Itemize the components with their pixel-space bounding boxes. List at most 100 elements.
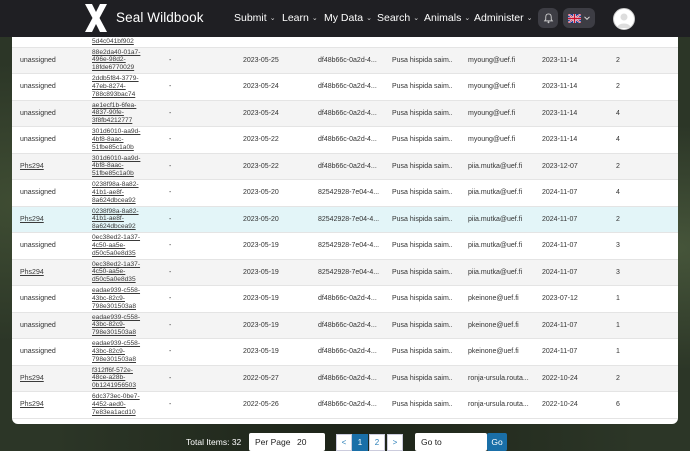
encounter-id-part[interactable]: 4c50-aa5e- bbox=[92, 268, 125, 276]
table-row[interactable]: unassigned eadae939-c558- 43bc-82c9- 798e30… bbox=[12, 312, 678, 339]
nav-animals[interactable]: Animals ⌄ bbox=[424, 12, 470, 24]
encounter-id-link[interactable]: 0238f98a-8a82- 41b1-ae8f- 8a624dbcea92 bbox=[92, 180, 150, 206]
encounter-id-part[interactable]: 48ce-a28b- bbox=[92, 374, 125, 382]
encounter-id-part[interactable]: 496e-98d2- bbox=[92, 56, 126, 64]
encounter-id-part[interactable]: 51fbe85c1a0b bbox=[92, 144, 134, 152]
encounter-id-part[interactable]: 3f8fb4212777 bbox=[92, 117, 132, 125]
encounter-id-link[interactable]: 88e2da40-01a7- 496e-98d2- 18fde6770029 bbox=[92, 48, 150, 74]
encounter-id-part[interactable]: 88e2da40-01a7- bbox=[92, 49, 140, 57]
encounter-id-link[interactable]: ae1ecf1b-6fea- 4837-90fe- 3f8fb4212777 bbox=[92, 101, 150, 127]
table-row[interactable]: Phs294 0ec38ed2-1a37- 4c50-aa5e-d50c5a0e8d… bbox=[12, 259, 678, 286]
table-row[interactable]: unassigned 2ddb5f84-3779- 47eb-8274- 788c89… bbox=[12, 74, 678, 101]
table-row[interactable]: Phs294 6dc373ec-0be7- 4452-aed0- 7e83ea1acd… bbox=[12, 392, 678, 419]
individual-assignment[interactable]: Phs294 bbox=[20, 260, 44, 286]
encounter-id-part[interactable]: 0238f98a-8a82- bbox=[92, 208, 139, 216]
encounter-id-part[interactable]: 43bc-82c9- bbox=[92, 295, 125, 303]
encounter-id-link[interactable]: 301d6010-aa9d- 4bf8-8aac- 51fbe85c1a0b bbox=[92, 154, 150, 180]
next-page-button[interactable]: > bbox=[387, 434, 403, 451]
encounter-id-part[interactable]: 798e301503a8 bbox=[92, 303, 136, 311]
page-2-button[interactable]: 2 bbox=[369, 434, 385, 451]
individual-assignment: unassigned bbox=[20, 242, 56, 250]
table-row[interactable]: unassigned eadae939-c558- 43bc-82c9- 798e30… bbox=[12, 339, 678, 366]
individual-assignment[interactable]: Phs294 bbox=[20, 392, 44, 418]
table-row[interactable]: unassigned 0238f98a-8a82- 41b1-ae8f- 8a624d… bbox=[12, 180, 678, 207]
encounter-id-part[interactable]: 798e301503a8 bbox=[92, 329, 136, 337]
encounter-id-link[interactable]: 0238f98a-8a82- 41b1-ae8f- 8a624dbcea92 bbox=[92, 207, 150, 233]
encounter-id-part[interactable]: eadae939-c558- bbox=[92, 287, 140, 295]
species: Pusa hispida saim... bbox=[392, 109, 452, 117]
encounter-id-part[interactable]: 2ddb5f84-3779- bbox=[92, 75, 139, 83]
encounter-id-part[interactable]: 0ec38ed2-1a37- bbox=[92, 261, 140, 269]
nav-administer[interactable]: Administer ⌄ bbox=[474, 12, 532, 24]
nav-my-data[interactable]: My Data ⌄ bbox=[324, 12, 372, 24]
encounter-id-link[interactable]: f312ff6f-572e- 48ce-a28b- 0b1241956503 bbox=[92, 366, 150, 392]
table-row[interactable]: unassigned eadae939-c558- 43bc-82c9- 798e30… bbox=[12, 286, 678, 313]
brand-name[interactable]: Seal Wildbook bbox=[116, 10, 204, 25]
encounter-id-link[interactable]: 0ec38ed2-1a37- 4c50-aa5e-d50c5a0e8d35 bbox=[92, 233, 150, 259]
encounter-id-part[interactable]: eadae939-c558- bbox=[92, 340, 140, 348]
encounter-id-part[interactable]: 18fde6770029 bbox=[92, 64, 134, 72]
page-1-button[interactable]: 1 bbox=[352, 434, 368, 451]
encounter-id-link[interactable]: eadae939-c558- 43bc-82c9- 798e301503a8 bbox=[92, 313, 150, 339]
encounter-id-part[interactable]: 8a624dbcea92 bbox=[92, 223, 136, 231]
encounter-id-link[interactable]: 6dc373ec-0be7- 4452-aed0- 7e83ea1acd10 bbox=[92, 392, 150, 418]
alternate-id: - bbox=[169, 162, 172, 170]
encounter-id-part[interactable]: 798e301503a8 bbox=[92, 356, 136, 364]
encounter-id-link[interactable]: 301d6010-aa9d- 4bf8-8aac- 51fbe85c1a0b bbox=[92, 127, 150, 153]
encounter-id-link[interactable]: 0ec38ed2-1a37- 4c50-aa5e-d50c5a0e8d35 bbox=[92, 260, 150, 286]
encounter-id-part[interactable]: 41b1-ae8f- bbox=[92, 189, 124, 197]
encounter-id-part[interactable]: 0b1241956503 bbox=[92, 382, 136, 390]
encounter-id-part[interactable]: 301d6010-aa9d- bbox=[92, 128, 140, 136]
prev-page-button[interactable]: < bbox=[336, 434, 352, 451]
encounter-id-part[interactable]: 41b1-ae8f- bbox=[92, 215, 124, 223]
encounter-id-part[interactable]: 788c893bac74 bbox=[92, 91, 135, 99]
encounter-id-part[interactable]: eadae939-c558- bbox=[92, 314, 140, 322]
encounter-id-part[interactable]: 4837-90fe- bbox=[92, 109, 124, 117]
encounter-id-part[interactable]: 6dc373ec-0be7- bbox=[92, 393, 140, 401]
encounter-id-part[interactable]: 4c50-aa5e- bbox=[92, 242, 125, 250]
encounter-id-part[interactable]: 47eb-8274- bbox=[92, 83, 126, 91]
encounter-id-part[interactable]: 43bc-82c9- bbox=[92, 321, 125, 329]
encounter-id-link[interactable]: eadae939-c558- 43bc-82c9- 798e301503a8 bbox=[92, 286, 150, 312]
encounter-id-part[interactable]: 5d4c041bf902 bbox=[92, 38, 134, 46]
notification-button[interactable] bbox=[538, 8, 558, 28]
individual-assignment[interactable]: Phs294 bbox=[20, 154, 44, 180]
location-id: df48b66c-0a2d-4... bbox=[318, 136, 377, 144]
encounter-id-part[interactable]: 7e83ea1acd10 bbox=[92, 409, 136, 417]
wildbook-logo-icon[interactable] bbox=[84, 4, 108, 32]
table-row[interactable]: Phs294 301d6010-aa9d- 4bf8-8aac- 51fbe85c1a… bbox=[12, 153, 678, 180]
encounter-id-part[interactable]: 4bf8-8aac- bbox=[92, 136, 124, 144]
date-modified: 2024-11-07 bbox=[542, 215, 578, 223]
table-row[interactable]: unassigned ae1ecf1b-6fea- 4837-90fe- 3f8fb4… bbox=[12, 100, 678, 127]
table-row[interactable]: Phs294 0238f98a-8a82- 41b1-ae8f- 8a624dbcea… bbox=[12, 206, 678, 233]
nav-learn[interactable]: Learn ⌄ bbox=[282, 12, 318, 24]
nav-search[interactable]: Search ⌄ bbox=[377, 12, 419, 24]
encounter-id-part[interactable]: 301d6010-aa9d- bbox=[92, 155, 140, 163]
encounter-id-link[interactable]: 2ddb5f84-3779- 47eb-8274- 788c893bac74 bbox=[92, 74, 150, 100]
encounter-id-part[interactable]: 8a624dbcea92 bbox=[92, 197, 136, 205]
encounter-id-part[interactable]: ae1ecf1b-6fea- bbox=[92, 102, 136, 110]
encounter-id-part[interactable]: f312ff6f-572e- bbox=[92, 367, 133, 375]
encounter-id-part[interactable]: d50c5a0e8d35 bbox=[92, 250, 136, 258]
encounter-id-part[interactable]: 0ec38ed2-1a37- bbox=[92, 234, 140, 242]
language-selector[interactable] bbox=[563, 8, 595, 28]
encounter-id-part[interactable]: 51fbe85c1a0b bbox=[92, 170, 134, 178]
per-page-value[interactable]: 20 bbox=[297, 437, 306, 447]
table-row[interactable]: unassigned 301d6010-aa9d- 4bf8-8aac- 51fbe8… bbox=[12, 127, 678, 154]
table-row[interactable]: Phs294 f312ff6f-572e- 48ce-a28b- 0b12419565… bbox=[12, 365, 678, 392]
encounter-id-part[interactable]: 4bf8-8aac- bbox=[92, 162, 124, 170]
avatar[interactable] bbox=[613, 8, 635, 30]
table-row[interactable]: unassigned 88e2da40-01a7- 496e-98d2- 18fde6… bbox=[12, 47, 678, 74]
encounter-id-part[interactable]: d50c5a0e8d35 bbox=[92, 276, 136, 284]
nav-submit[interactable]: Submit ⌄ bbox=[234, 12, 276, 24]
table-row[interactable]: unassigned 0ec38ed2-1a37- 4c50-aa5e-d50c5a… bbox=[12, 233, 678, 260]
goto-page-input[interactable]: Go to bbox=[415, 433, 487, 451]
per-page-selector[interactable]: Per Page 20 bbox=[249, 433, 325, 451]
individual-assignment[interactable]: Phs294 bbox=[20, 366, 44, 392]
go-button[interactable]: Go bbox=[487, 433, 507, 451]
encounter-id-part[interactable]: 43bc-82c9- bbox=[92, 348, 125, 356]
individual-assignment[interactable]: Phs294 bbox=[20, 207, 44, 233]
encounter-id-part[interactable]: 4452-aed0- bbox=[92, 401, 126, 409]
encounter-id-link[interactable]: eadae939-c558- 43bc-82c9- 798e301503a8 bbox=[92, 339, 150, 365]
encounter-id-part[interactable]: 0238f98a-8a82- bbox=[92, 181, 139, 189]
